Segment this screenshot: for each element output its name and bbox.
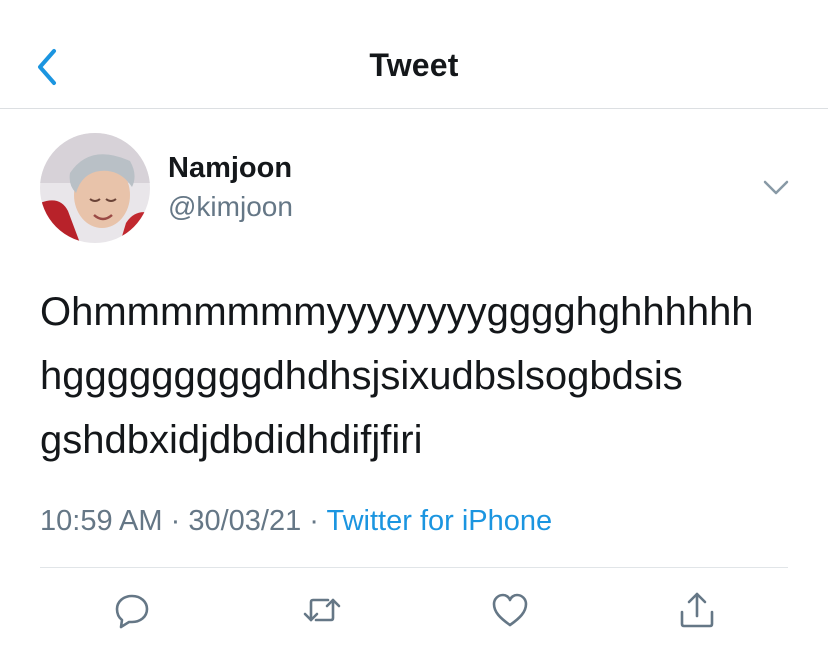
retweet-icon xyxy=(303,598,341,622)
tweet-menu-button[interactable] xyxy=(760,172,792,202)
retweet-button[interactable] xyxy=(302,590,342,630)
share-button[interactable] xyxy=(677,590,717,630)
tweet-source-link[interactable]: Twitter for iPhone xyxy=(327,505,553,537)
reply-icon xyxy=(115,594,149,629)
tweet-text-line: Ohmmmmmmmyyyyyyyygggghghhhhhh xyxy=(40,290,754,334)
tweet-date: 30/03/21 xyxy=(188,505,302,537)
tweet-time: 10:59 AM xyxy=(40,505,163,537)
page-title: Tweet xyxy=(369,47,459,83)
tweet-text: Ohmmmmmmmyyyyyyyygggghghhhhhh hggggggggg… xyxy=(40,280,800,472)
author-handle[interactable]: @kimjoon xyxy=(168,191,293,223)
divider xyxy=(40,567,788,568)
like-button[interactable] xyxy=(490,590,530,630)
nav-header: Tweet xyxy=(0,0,828,109)
avatar-image xyxy=(40,133,150,243)
meta-separator: · xyxy=(309,505,319,537)
reply-button[interactable] xyxy=(112,590,152,630)
tweet-text-line: gshdbxidjdbdidhdifjfiri xyxy=(40,418,423,462)
meta-separator: · xyxy=(170,505,181,537)
author-name[interactable]: Namjoon xyxy=(168,152,292,185)
like-icon xyxy=(492,593,528,627)
share-icon xyxy=(680,592,714,628)
avatar[interactable] xyxy=(40,133,150,243)
chevron-down-icon xyxy=(763,180,789,195)
tweet-text-line: hgggggggggdhdhsjsixudbslsogbdsis xyxy=(40,354,683,398)
tweet-meta: 10:59 AM · 30/03/21 · Twitter for iPhone xyxy=(40,505,552,538)
